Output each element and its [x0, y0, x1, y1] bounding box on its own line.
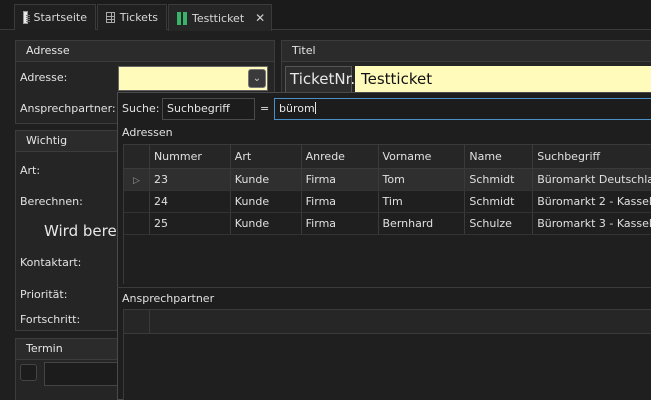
- grid-icon: [106, 12, 115, 23]
- table-cell: 25: [150, 213, 231, 234]
- column-header[interactable]: Suchbegriff: [533, 145, 651, 168]
- search-label: Suche:: [122, 102, 160, 115]
- close-icon[interactable]: ✕: [255, 11, 265, 25]
- table-cell: Kunde: [231, 191, 302, 212]
- indicator-column-header: [124, 145, 150, 168]
- adresse-combobox[interactable]: [118, 66, 268, 91]
- prioritaet-label: Priorität:: [20, 288, 68, 301]
- chevron-down-icon[interactable]: ⌄: [248, 69, 266, 88]
- ticket-number-prefix: TicketNr.: [285, 66, 355, 93]
- adresse-label: Adresse:: [20, 71, 68, 84]
- row-indicator-icon: ▷: [124, 169, 150, 190]
- table-cell: 24: [150, 191, 231, 212]
- column-header[interactable]: Art: [231, 145, 302, 168]
- fortschritt-label: Fortschritt:: [20, 313, 81, 326]
- column-header[interactable]: Name: [465, 145, 534, 168]
- ansprechpartner-section-label: Ansprechpartner: [122, 292, 215, 305]
- art-label: Art:: [20, 164, 41, 177]
- termin-date-input[interactable]: [44, 362, 118, 386]
- indicator-column-header: [124, 310, 150, 333]
- table-row[interactable]: 24 Kunde Firma Tim Schmidt Büromarkt 2 -…: [124, 191, 651, 213]
- table-cell: Firma: [302, 191, 379, 212]
- table-cell: 23: [150, 169, 231, 190]
- tab-label: Testticket: [192, 11, 245, 25]
- table-row[interactable]: 25 Kunde Firma Bernhard Schulze Büromark…: [124, 213, 651, 235]
- table-cell: Kunde: [231, 169, 302, 190]
- adressen-grid: Nummer Art Anrede Vorname Name Suchbegri…: [123, 144, 651, 284]
- column-header[interactable]: Nummer: [150, 145, 231, 168]
- tab-tickets[interactable]: Tickets: [97, 4, 167, 30]
- table-cell: Büromarkt 2 - Kassel: [537, 195, 651, 208]
- panel-title: Adresse: [16, 41, 274, 62]
- table-row[interactable]: ▷ 23 Kunde Firma Tom Schmidt Büromarkt D…: [124, 169, 651, 191]
- termin-checkbox[interactable]: [20, 364, 37, 381]
- panel-title: Termin: [16, 339, 120, 360]
- column-header[interactable]: Vorname: [379, 145, 466, 168]
- grid-header: Nummer Art Anrede Vorname Name Suchbegri…: [124, 145, 651, 169]
- table-cell: Schmidt: [465, 191, 534, 212]
- divider: [117, 287, 651, 288]
- column-header: [150, 310, 651, 333]
- ticket-title-input[interactable]: Testticket: [355, 66, 651, 93]
- search-input[interactable]: bürom: [274, 98, 651, 120]
- ansprechpartner-label: Ansprechpartner:: [20, 102, 116, 115]
- search-field-select[interactable]: Suchbegriff: [162, 98, 255, 120]
- computing-text: Wird berec: [44, 222, 118, 240]
- table-cell: Büromarkt 3 - Kassel: [537, 217, 651, 230]
- row-indicator: [124, 213, 150, 234]
- ansprechpartner-grid: [123, 309, 651, 400]
- panel-title: Titel: [282, 41, 651, 62]
- table-cell: Firma: [302, 213, 379, 234]
- table-cell: Tim: [379, 191, 466, 212]
- table-cell: Büromarkt Deutschland: [537, 173, 651, 186]
- grid-header: [124, 310, 651, 334]
- ticket-icon: [177, 11, 187, 25]
- adressen-label: Adressen: [122, 126, 173, 139]
- table-cell: Kunde: [231, 213, 302, 234]
- panel-title: Wichtig: [16, 131, 120, 152]
- kontaktart-label: Kontaktart:: [20, 256, 82, 269]
- table-cell: Firma: [302, 169, 379, 190]
- tab-startseite[interactable]: Startseite: [14, 4, 96, 30]
- table-cell: Schmidt: [465, 169, 534, 190]
- document-icon: [23, 11, 31, 24]
- search-input-value: bürom: [279, 102, 315, 115]
- tab-label: Tickets: [119, 11, 158, 24]
- tab-testticket[interactable]: Testticket ✕: [168, 4, 272, 31]
- column-header[interactable]: Anrede: [302, 145, 379, 168]
- berechnen-label: Berechnen:: [20, 195, 83, 208]
- tab-label: Startseite: [33, 11, 87, 24]
- table-cell: Schulze: [465, 213, 534, 234]
- text-caret: [314, 102, 316, 114]
- row-indicator: [124, 191, 150, 212]
- table-cell: Tom: [379, 169, 466, 190]
- operator-label: =: [260, 102, 270, 115]
- table-cell: Bernhard: [379, 213, 466, 234]
